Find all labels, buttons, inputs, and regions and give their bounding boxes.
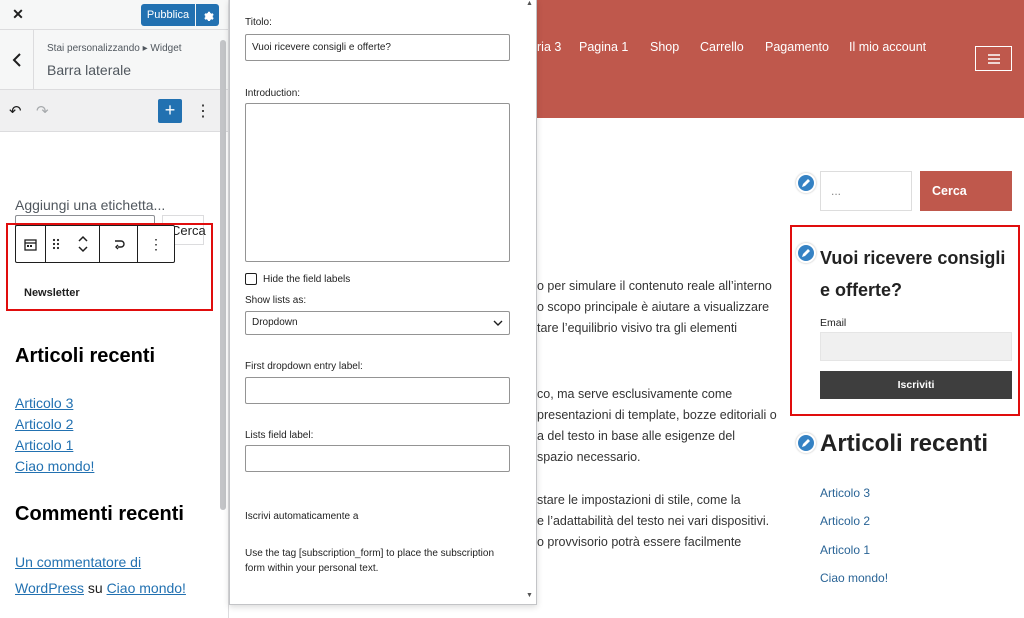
nav-item[interactable]: Shop: [650, 40, 679, 54]
recent-comments-heading: Commenti recenti: [15, 503, 184, 525]
show-lists-label: Show lists as:: [245, 295, 307, 306]
comment-on-text: su: [87, 580, 103, 596]
menu-toggle-button[interactable]: [975, 46, 1012, 71]
preview-search-input[interactable]: ...: [820, 171, 912, 211]
content-paragraph: co, ma serve esclusivamente come present…: [537, 387, 777, 464]
customizer-sidebar: ✕ Pubblica Stai personalizzando ▸ Widget…: [0, 0, 229, 618]
nav-item[interactable]: Pagina 1: [579, 40, 628, 54]
recent-post-link[interactable]: Articolo 2: [15, 416, 73, 432]
sidebar-header: [0, 30, 228, 90]
comment-post-link[interactable]: Ciao mondo!: [107, 580, 186, 596]
recent-post-link[interactable]: Articolo 1: [15, 437, 73, 453]
edit-newsletter-widget-button[interactable]: [796, 243, 816, 263]
introduction-textarea[interactable]: [245, 103, 510, 262]
preview-post-link[interactable]: Articolo 1: [820, 543, 870, 557]
preview-post-link[interactable]: Articolo 3: [820, 486, 870, 500]
pencil-icon: [802, 249, 810, 257]
add-block-button[interactable]: +: [158, 99, 182, 123]
publish-button[interactable]: Pubblica: [141, 4, 195, 26]
content-paragraph: o per simulare il contenuto reale all’in…: [537, 279, 772, 335]
subscribe-button[interactable]: Iscriviti: [820, 371, 1012, 399]
edit-search-widget-button[interactable]: [796, 173, 816, 193]
hamburger-icon: [987, 53, 1000, 64]
back-button[interactable]: [0, 30, 34, 90]
undo-icon[interactable]: ↶: [9, 102, 22, 120]
chevron-down-icon: [493, 320, 503, 326]
gear-icon: [203, 11, 214, 21]
recent-posts-heading: Articoli recenti: [15, 345, 156, 367]
comment-author-link[interactable]: WordPress: [15, 580, 84, 596]
nav-item[interactable]: Carrello: [700, 40, 744, 54]
recent-post-link[interactable]: Articolo 3: [15, 395, 73, 411]
block-name: Newsletter: [24, 287, 80, 299]
newsletter-title: Vuoi ricevere consigli e offerte?: [820, 248, 1006, 300]
edit-recent-posts-button[interactable]: [796, 433, 816, 453]
pencil-icon: [802, 179, 810, 187]
redo-icon[interactable]: ↷: [36, 102, 49, 120]
show-lists-value: Dropdown: [252, 317, 298, 328]
email-input[interactable]: [820, 332, 1012, 361]
content-paragraph: stare le impostazioni di stile, come la …: [537, 493, 770, 549]
email-label: Email: [820, 317, 847, 329]
nav-item[interactable]: ria 3: [537, 40, 561, 54]
nav-item[interactable]: Pagamento: [765, 40, 829, 54]
comment-author-link[interactable]: Un commentatore di: [15, 554, 141, 570]
first-entry-input[interactable]: [245, 377, 510, 404]
show-lists-select[interactable]: Dropdown: [245, 311, 510, 335]
sidebar-scrollbar[interactable]: [220, 40, 226, 510]
nav-item[interactable]: Il mio account: [849, 40, 926, 54]
hide-labels-text: Hide the field labels: [263, 274, 351, 285]
preview-search-button[interactable]: Cerca: [920, 171, 1012, 211]
help-text: Use the tag [subscription_form] to place…: [245, 548, 495, 574]
popover-scroll-down-icon[interactable]: ▼: [526, 592, 533, 599]
add-label-text[interactable]: Aggiungi una etichetta...: [15, 197, 165, 213]
lists-field-input[interactable]: [245, 445, 510, 472]
chevron-left-icon: [12, 53, 21, 67]
popover-scroll-up-icon[interactable]: ▲: [526, 0, 533, 7]
pencil-icon: [802, 439, 810, 447]
newsletter-settings-popover: Titolo: Introduction: Hide the field lab…: [229, 0, 537, 605]
close-icon[interactable]: ✕: [8, 4, 28, 24]
section-title: Barra laterale: [47, 62, 132, 78]
introduction-label: Introduction:: [245, 88, 301, 99]
recent-post-link[interactable]: Ciao mondo!: [15, 458, 94, 474]
title-label: Titolo:: [245, 17, 272, 28]
publish-settings-button[interactable]: [196, 4, 219, 26]
options-menu-icon[interactable]: ⋮: [195, 101, 211, 121]
auto-subscribe-label: Iscrivi automaticamente a: [245, 511, 359, 522]
site-header: [537, 0, 1024, 118]
hide-labels-checkbox[interactable]: [245, 273, 257, 285]
lists-field-label: Lists field label:: [245, 430, 314, 441]
preview-post-link[interactable]: Ciao mondo!: [820, 571, 888, 585]
title-input[interactable]: [245, 34, 510, 61]
preview-recent-posts-heading: Articoli recenti: [820, 430, 989, 457]
first-entry-label: First dropdown entry label:: [245, 361, 363, 372]
preview-post-link[interactable]: Articolo 2: [820, 514, 870, 528]
breadcrumb: Stai personalizzando ▸ Widget: [47, 43, 182, 54]
